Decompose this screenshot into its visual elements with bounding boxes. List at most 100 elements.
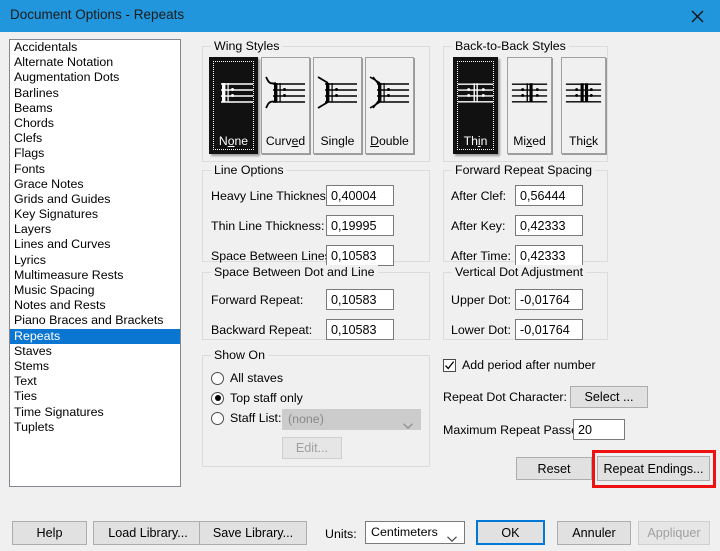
category-item-grids-and-guides[interactable]: Grids and Guides [10,192,180,207]
category-item-layers[interactable]: Layers [10,222,180,237]
radio-indicator [211,412,224,425]
line-options-label-1: Thin Line Thickness: [211,219,324,233]
category-item-music-spacing[interactable]: Music Spacing [10,283,180,298]
wing-style-single-button[interactable]: Single [313,57,362,154]
units-label: Units: [325,527,357,541]
radio-all-staves-label: All staves [230,371,283,385]
space-between-dot-and-line-input-1[interactable]: 0,10583 [326,319,394,340]
wing-style-label: Curved [262,134,309,148]
category-item-barlines[interactable]: Barlines [10,86,180,101]
category-item-accidentals[interactable]: Accidentals [10,40,180,55]
radio-staff-list-label: Staff List: [230,411,281,425]
vertical-dot-adjustment-legend: Vertical Dot Adjustment [452,265,586,279]
ok-button[interactable]: OK [476,520,545,545]
category-item-tuplets[interactable]: Tuplets [10,420,180,435]
repeat-wing-single-icon [314,64,361,122]
radio-staff-list[interactable]: Staff List: [211,411,281,425]
back-to-back-thick-button[interactable]: Thick [561,57,606,154]
load-library-button[interactable]: Load Library... [93,521,203,545]
back-to-back-thick-icon [562,64,605,122]
category-item-time-signatures[interactable]: Time Signatures [10,405,180,420]
repeat-wing-double-icon [366,64,413,122]
category-item-notes-and-rests[interactable]: Notes and Rests [10,298,180,313]
focus-ring [457,61,494,150]
category-item-multimeasure-rests[interactable]: Multimeasure Rests [10,268,180,283]
category-item-key-signatures[interactable]: Key Signatures [10,207,180,222]
back-to-back-mixed-button[interactable]: Mixed [507,57,552,154]
cancel-button[interactable]: Annuler [557,521,631,545]
checkmark-icon [443,359,456,372]
wing-style-none-button[interactable]: None [209,57,258,154]
wing-style-curved-button[interactable]: Curved [261,57,310,154]
wing-style-label: Double [366,134,413,148]
maximum-repeat-passes-label: Maximum Repeat Passes: [443,423,588,437]
space-between-dot-and-line-label-0: Forward Repeat: [211,293,303,307]
forward-repeat-spacing-input-2[interactable]: 0,42333 [515,245,583,266]
category-item-repeats[interactable]: Repeats [10,329,180,344]
radio-top-staff-only-label: Top staff only [230,391,303,405]
line-options-input-2[interactable]: 0,10583 [326,245,394,266]
vertical-dot-adjustment-input-0[interactable]: -0,01764 [515,289,583,310]
forward-repeat-spacing-legend: Forward Repeat Spacing [452,163,595,177]
maximum-repeat-passes-input[interactable]: 20 [573,419,625,440]
category-listbox[interactable]: AccidentalsAlternate NotationAugmentatio… [9,39,181,487]
wing-styles-legend: Wing Styles [211,39,282,53]
category-item-augmentation-dots[interactable]: Augmentation Dots [10,70,180,85]
category-item-chords[interactable]: Chords [10,116,180,131]
vertical-dot-adjustment-label-0: Upper Dot: [451,293,511,307]
radio-top-staff-only[interactable]: Top staff only [211,391,303,405]
category-item-staves[interactable]: Staves [10,344,180,359]
back-to-back-styles-legend: Back-to-Back Styles [452,39,569,53]
category-item-lines-and-curves[interactable]: Lines and Curves [10,237,180,252]
save-library-button[interactable]: Save Library... [199,521,307,545]
category-item-lyrics[interactable]: Lyrics [10,253,180,268]
category-item-ties[interactable]: Ties [10,389,180,404]
forward-repeat-spacing-label-0: After Clef: [451,189,506,203]
line-options-legend: Line Options [211,163,287,177]
focus-ring [213,61,254,150]
repeat-wing-curved-icon [262,64,309,122]
category-item-grace-notes[interactable]: Grace Notes [10,177,180,192]
add-period-after-number-checkbox[interactable]: Add period after number [443,358,596,372]
back-to-back-thin-button[interactable]: Thin [453,57,498,154]
category-item-clefs[interactable]: Clefs [10,131,180,146]
back-to-back-label: Mixed [508,134,551,148]
radio-indicator [211,372,224,385]
space-between-dot-and-line-label-1: Backward Repeat: [211,323,312,337]
apply-button[interactable]: Appliquer [638,521,710,545]
category-item-stems[interactable]: Stems [10,359,180,374]
category-item-flags[interactable]: Flags [10,146,180,161]
units-select[interactable]: Centimeters [365,521,465,544]
close-icon[interactable] [674,0,720,32]
category-item-alternate-notation[interactable]: Alternate Notation [10,55,180,70]
radio-all-staves[interactable]: All staves [211,371,283,385]
forward-repeat-spacing-input-1[interactable]: 0,42333 [515,215,583,236]
category-item-text[interactable]: Text [10,374,180,389]
wing-style-label: Single [314,134,361,148]
forward-repeat-spacing-label-1: After Key: [451,219,505,233]
show-on-legend: Show On [211,348,268,362]
forward-repeat-spacing-label-2: After Time: [451,249,511,263]
line-options-input-0[interactable]: 0,40004 [326,185,394,206]
document-options-dialog: Document Options - Repeats AccidentalsAl… [0,0,720,551]
radio-indicator [211,392,224,405]
vertical-dot-adjustment-input-1[interactable]: -0,01764 [515,319,583,340]
staff-list-edit-button[interactable]: Edit... [282,437,342,459]
window-title: Document Options - Repeats [10,7,184,22]
help-button[interactable]: Help [12,521,87,545]
repeat-dot-character-select-button[interactable]: Select ... [570,386,648,408]
staff-list-select[interactable]: (none) [282,409,421,430]
forward-repeat-spacing-input-0[interactable]: 0,56444 [515,185,583,206]
category-item-piano-braces-and-brackets[interactable]: Piano Braces and Brackets [10,313,180,328]
vertical-dot-adjustment-label-1: Lower Dot: [451,323,511,337]
reset-button[interactable]: Reset [516,457,592,480]
repeat-endings-button[interactable]: Repeat Endings... [597,456,710,481]
category-item-fonts[interactable]: Fonts [10,162,180,177]
chevron-down-icon [403,417,413,435]
line-options-input-1[interactable]: 0,19995 [326,215,394,236]
space-between-dot-and-line-input-0[interactable]: 0,10583 [326,289,394,310]
category-item-beams[interactable]: Beams [10,101,180,116]
wing-style-double-button[interactable]: Double [365,57,414,154]
chevron-down-icon [447,530,457,548]
line-options-label-0: Heavy Line Thickness: [211,189,335,203]
